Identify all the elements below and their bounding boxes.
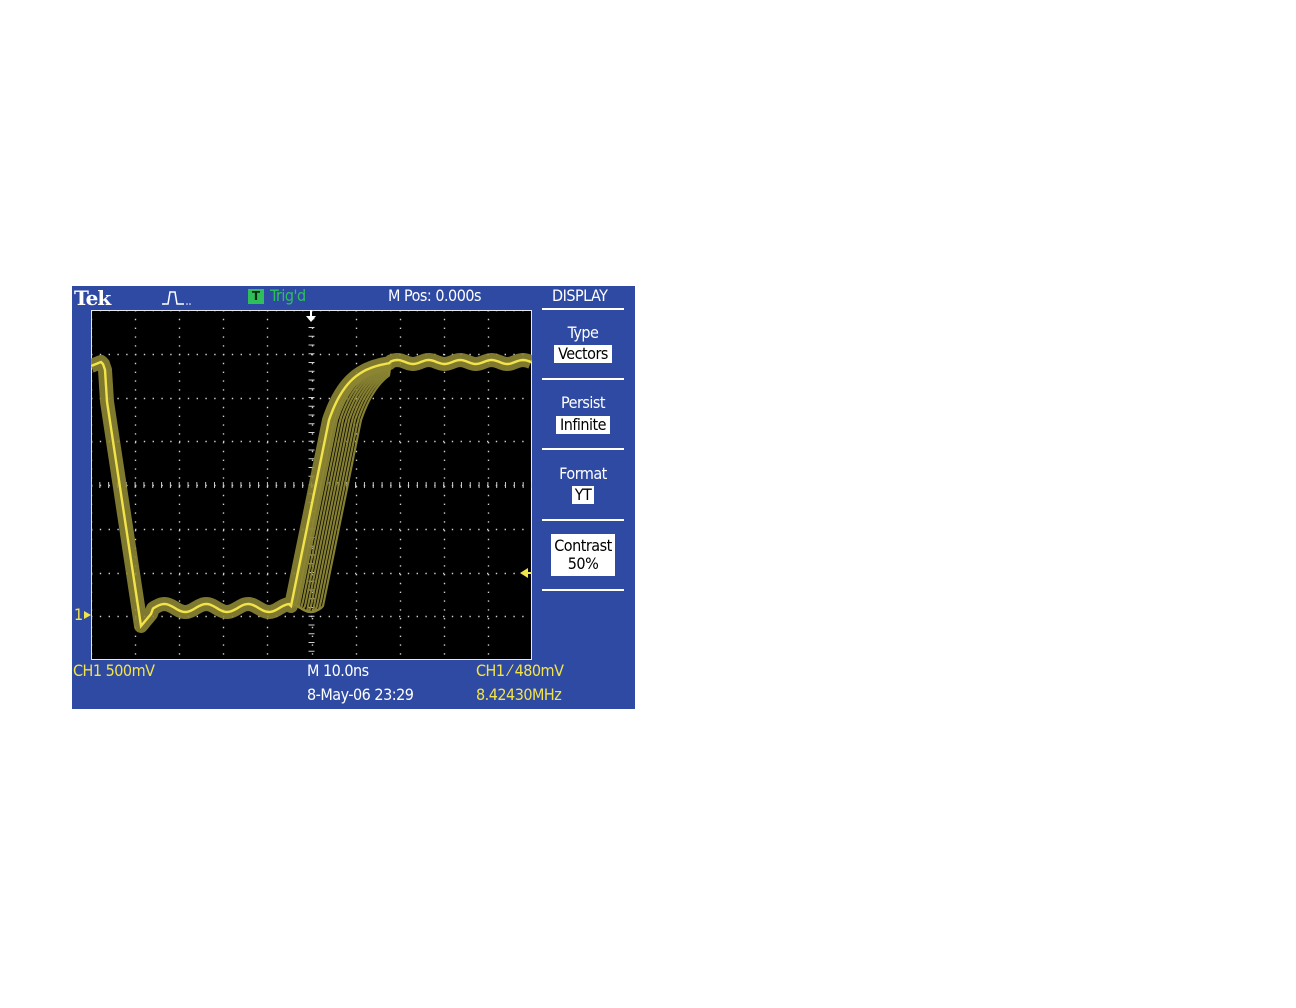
- tek-logo: Tek: [74, 286, 111, 310]
- oscilloscope-display: Tek T Trig'd M Pos: 0.000s DISPLAY Type …: [72, 286, 635, 709]
- contrast-value: 50%: [567, 554, 599, 573]
- waveform-plot: [91, 310, 532, 660]
- menu-separator: [542, 448, 624, 450]
- ground-marker-icon: [84, 611, 91, 619]
- channel-scale-readout: CH1 500mV: [73, 661, 155, 680]
- menu-title: DISPLAY: [552, 286, 608, 305]
- trigger-status-badge: T: [248, 289, 264, 304]
- menu-separator: [542, 378, 624, 380]
- horizontal-position-readout: M Pos: 0.000s: [388, 286, 482, 305]
- menu-button-contrast[interactable]: Contrast 50%: [551, 534, 615, 576]
- trigger-level-readout: CH1 ⁄ 480mV: [476, 661, 564, 680]
- menu-label-contrast: Contrast: [554, 536, 612, 555]
- menu-label-persist: Persist: [560, 393, 606, 412]
- persistence-traces: [91, 353, 532, 633]
- trigger-state-text: Trig'd: [270, 286, 306, 305]
- trigger-position-arrow-icon: [306, 310, 316, 322]
- menu-button-persist[interactable]: Infinite: [556, 416, 610, 434]
- trigger-level-arrow-icon: [520, 568, 532, 578]
- menu-separator: [542, 519, 624, 521]
- menu-separator: [542, 308, 624, 310]
- menu-label-format: Format: [559, 464, 607, 483]
- menu-button-type[interactable]: Vectors: [554, 345, 612, 363]
- menu-button-format[interactable]: YT: [572, 486, 594, 504]
- acquisition-icon: [162, 291, 191, 305]
- menu-label-type: Type: [567, 323, 599, 342]
- frequency-readout: 8.42430MHz: [476, 685, 562, 704]
- waveform-screen: [91, 310, 532, 660]
- timebase-readout: M 10.0ns: [307, 661, 369, 680]
- menu-separator: [542, 589, 624, 591]
- date-time-readout: 8-May-06 23:29: [307, 685, 414, 704]
